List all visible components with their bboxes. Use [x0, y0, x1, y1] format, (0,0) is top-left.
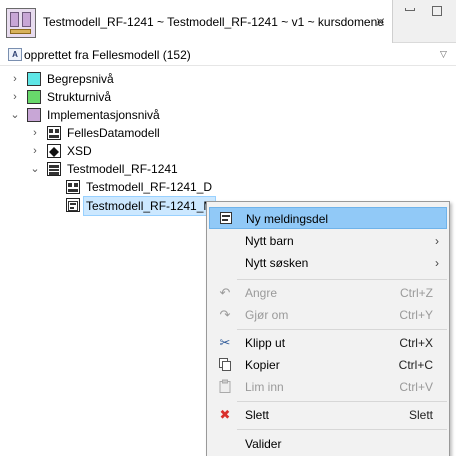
copy-icon — [217, 357, 233, 373]
menu-item-label: Valider — [245, 437, 282, 451]
chevron-down-icon[interactable]: ⌄ — [29, 160, 41, 178]
menu-item-label: Gjør om — [245, 308, 289, 322]
shortcut-label: Ctrl+Y — [399, 308, 433, 322]
tree-item-testmodell[interactable]: ⌄ Testmodell_RF-1241 — [0, 160, 440, 178]
model-icon — [66, 180, 80, 194]
menu-item-slett[interactable]: ✖ Slett Slett — [209, 404, 447, 426]
tree-item-fellesdatamodell[interactable]: › FellesDatamodell — [0, 124, 440, 142]
tree-item-label: Implementasjonsnivå — [47, 108, 160, 122]
tree-item-label: Testmodell_RF-1241_M — [83, 196, 217, 216]
context-menu: Ny meldingsdel Nytt barn › Nytt søsken ›… — [206, 201, 450, 456]
menu-separator — [237, 401, 447, 402]
diamond-icon — [47, 144, 61, 158]
filter-label: opprettet fra Fellesmodell (152) — [24, 48, 191, 62]
tab-title: Testmodell_RF-1241 ~ Testmodell_RF-1241 … — [43, 15, 384, 29]
menu-item-valider[interactable]: Valider — [209, 433, 447, 455]
message-part-icon — [218, 211, 234, 227]
filter-icon: A — [8, 48, 22, 61]
menu-item-label: Klipp ut — [245, 336, 286, 350]
menu-item-gjor-om[interactable]: ↷ Gjør om Ctrl+Y — [209, 304, 447, 326]
shortcut-label: Ctrl+V — [399, 380, 433, 394]
tree-item-begrepsniva[interactable]: › Begrepsnivå — [0, 70, 440, 88]
menu-item-label: Nytt søsken — [245, 256, 309, 270]
tree-item-xsd[interactable]: › XSD — [0, 142, 440, 160]
menu-item-nytt-sosken[interactable]: Nytt søsken › — [209, 252, 447, 274]
tree-item-strukturniva[interactable]: › Strukturnivå — [0, 88, 440, 106]
chevron-down-icon[interactable]: ⌄ — [9, 106, 21, 124]
menu-item-lim-inn[interactable]: Lim inn Ctrl+V — [209, 376, 447, 398]
menu-item-klipp-ut[interactable]: ✂ Klipp ut Ctrl+X — [209, 332, 447, 354]
filter-header: A opprettet fra Fellesmodell (152) ▽ — [0, 44, 456, 66]
menu-item-label: Ny meldingsdel — [246, 212, 329, 226]
menu-separator — [237, 429, 447, 430]
tree-item-testmodell-d[interactable]: Testmodell_RF-1241_D — [0, 178, 440, 196]
submenu-arrow-icon: › — [435, 256, 439, 270]
green-square-icon — [27, 90, 41, 104]
undo-icon: ↶ — [219, 285, 231, 300]
editor-tab[interactable]: Testmodell_RF-1241 ~ Testmodell_RF-1241 … — [0, 0, 393, 43]
shortcut-label: Ctrl+C — [398, 358, 433, 372]
menu-item-angre[interactable]: ↶ Angre Ctrl+Z — [209, 282, 447, 304]
chevron-right-icon[interactable]: › — [29, 124, 41, 142]
model-icon — [47, 126, 61, 140]
shortcut-label: Ctrl+X — [399, 336, 433, 350]
maximize-icon[interactable] — [432, 6, 442, 16]
close-icon[interactable]: ⨯ — [375, 14, 386, 30]
submenu-arrow-icon: › — [435, 234, 439, 248]
menu-item-label: Slett — [245, 408, 270, 422]
model-diagram-icon — [6, 8, 36, 38]
scissors-icon: ✂ — [219, 335, 231, 350]
purple-square-icon — [27, 108, 41, 122]
tree-item-label: Testmodell_RF-1241_D — [86, 180, 213, 194]
shortcut-label: Ctrl+Z — [400, 286, 433, 300]
shortcut-label: Slett — [408, 408, 433, 422]
paste-icon — [217, 379, 233, 395]
menu-separator — [237, 279, 447, 280]
view-tab-bar: Testmodell_RF-1241 ~ Testmodell_RF-1241 … — [0, 0, 456, 43]
chevron-right-icon[interactable]: › — [9, 88, 21, 106]
tree-item-implementasjonsniva[interactable]: ⌄ Implementasjonsnivå — [0, 106, 440, 124]
model-icon — [47, 162, 61, 176]
menu-item-label: Nytt barn — [245, 234, 294, 248]
menu-item-label: Kopier — [245, 358, 280, 372]
menu-item-label: Angre — [245, 286, 278, 300]
chevron-right-icon[interactable]: › — [29, 142, 41, 160]
redo-icon: ↷ — [219, 307, 231, 322]
tree-item-label: Testmodell_RF-1241 — [67, 162, 178, 176]
delete-icon: ✖ — [219, 407, 231, 422]
tree-item-label: XSD — [67, 144, 92, 158]
chevron-right-icon[interactable]: › — [9, 70, 21, 88]
tree-item-label: Strukturnivå — [47, 90, 112, 104]
menu-item-nytt-barn[interactable]: Nytt barn › — [209, 230, 447, 252]
menu-item-kopier[interactable]: Kopier Ctrl+C — [209, 354, 447, 376]
minimize-icon[interactable] — [405, 8, 415, 11]
message-icon — [66, 198, 80, 212]
tree-item-label: Begrepsnivå — [47, 72, 114, 86]
menu-item-ny-meldingsdel[interactable]: Ny meldingsdel — [209, 207, 447, 229]
cyan-square-icon — [27, 72, 41, 86]
menu-item-label: Lim inn — [245, 380, 284, 394]
view-menu-chevron-icon[interactable]: ▽ — [440, 49, 447, 60]
menu-separator — [237, 329, 447, 330]
tree-item-label: FellesDatamodell — [67, 126, 160, 140]
